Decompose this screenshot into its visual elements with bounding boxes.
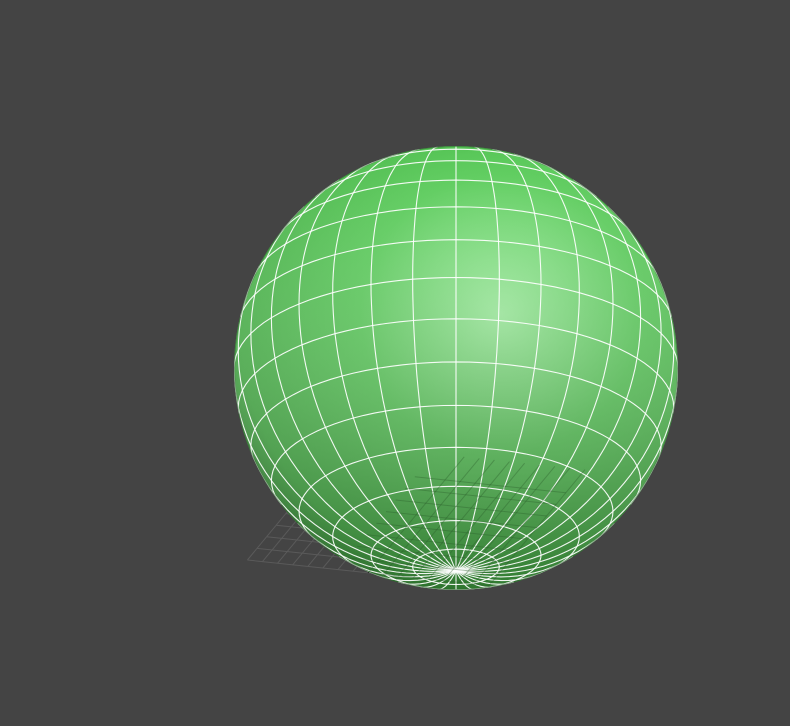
viewport-canvas[interactable] (0, 0, 790, 726)
perspective-viewport[interactable] (0, 0, 790, 726)
sphere-object[interactable] (234, 146, 678, 590)
